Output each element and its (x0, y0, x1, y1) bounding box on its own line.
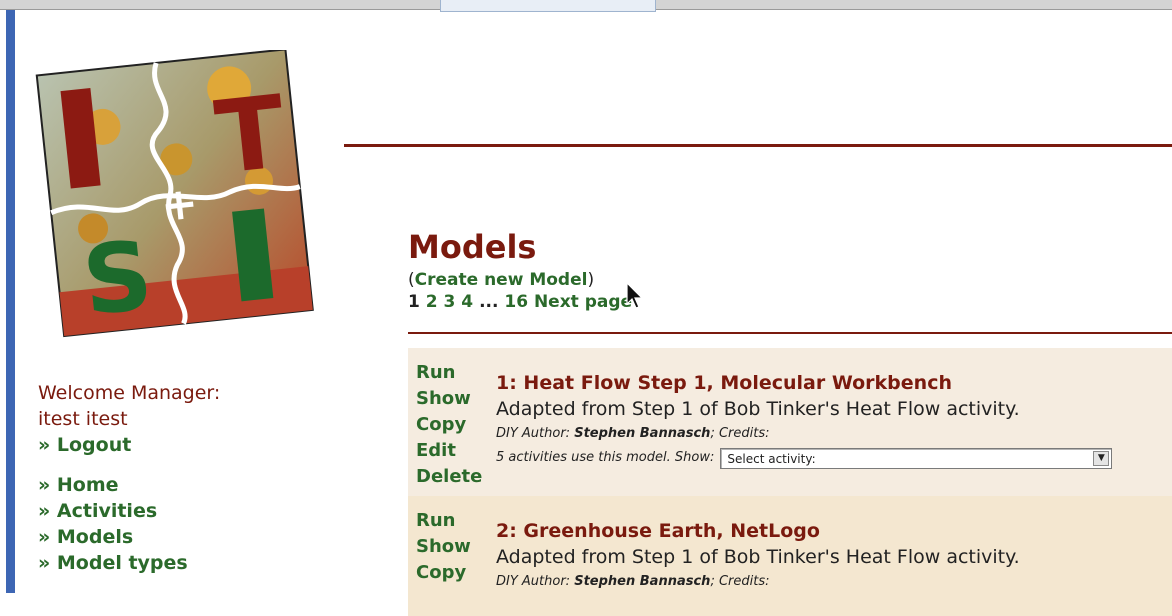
pager-current-page: 1 (408, 292, 420, 312)
model-body: 2: Greenhouse Earth, NetLogo Adapted fro… (496, 518, 1172, 594)
author-prefix: DIY Author: (496, 426, 571, 441)
pager-page-4[interactable]: 4 (461, 292, 473, 312)
sidebar: Welcome Manager: itest itest » Logout » … (38, 380, 338, 576)
run-link[interactable]: Run (416, 508, 486, 534)
browser-tab-fragment[interactable] (440, 0, 656, 12)
logo-letter-s: S (78, 221, 158, 338)
nav-model-types-link[interactable]: » Model types (38, 550, 338, 576)
model-row: Run Show Copy Edit Delete 1: Heat Flow S… (408, 348, 1172, 496)
create-new-model-link[interactable]: Create new Model (415, 270, 588, 290)
model-meta: DIY Author: Stephen Bannasch; Credits: (496, 570, 1172, 594)
content-rule (408, 332, 1172, 334)
show-label: Show: (674, 450, 715, 465)
show-link[interactable]: Show (416, 534, 486, 560)
window-left-edge (6, 10, 15, 593)
pagination: 1 2 3 4 ... 16 Next page (408, 291, 1172, 313)
credits-label: ; Credits: (710, 426, 770, 441)
model-description: Adapted from Step 1 of Bob Tinker's Heat… (496, 546, 1020, 568)
itsi-logo[interactable]: T S + (30, 50, 315, 340)
copy-link[interactable]: Copy (416, 560, 486, 586)
pager-page-16[interactable]: 16 (504, 292, 528, 312)
model-meta: DIY Author: Stephen Bannasch; Credits: (496, 422, 1172, 446)
page-title: Models (408, 228, 537, 266)
chevron-down-icon[interactable]: ▼ (1093, 450, 1110, 466)
model-actions: Run Show Copy Edit Delete (416, 360, 486, 490)
model-title: 2: Greenhouse Earth, NetLogo (496, 520, 820, 542)
logo-plus: + (158, 177, 200, 232)
model-body: 1: Heat Flow Step 1, Molecular Workbench… (496, 370, 1172, 470)
main-content: Models (Create new Model) 1 2 3 4 ... 16… (408, 225, 1172, 616)
welcome-text: Welcome Manager: (38, 382, 221, 404)
author-name: Stephen Bannasch (574, 574, 711, 589)
credits-label: ; Credits: (710, 574, 770, 589)
copy-link[interactable]: Copy (416, 412, 486, 438)
edit-link[interactable]: Edit (416, 438, 486, 464)
nav-gap (38, 458, 338, 472)
delete-link[interactable]: Delete (416, 464, 486, 490)
select-activity-value: Select activity: (727, 451, 816, 466)
model-actions: Run Show Copy (416, 508, 486, 586)
run-link[interactable]: Run (416, 360, 486, 386)
mouse-pointer-icon (626, 282, 644, 309)
select-activity-dropdown[interactable]: Select activity: ▼ (720, 447, 1113, 469)
create-open-paren: ( (408, 270, 415, 290)
author-prefix: DIY Author: (496, 574, 571, 589)
model-description: Adapted from Step 1 of Bob Tinker's Heat… (496, 398, 1020, 420)
pager-page-3[interactable]: 3 (444, 292, 456, 312)
author-name: Stephen Bannasch (574, 426, 711, 441)
show-link[interactable]: Show (416, 386, 486, 412)
model-row: Run Show Copy 2: Greenhouse Earth, NetLo… (408, 496, 1172, 616)
create-close-paren: ) (587, 270, 595, 290)
usage-text: 5 activities use this model. (496, 450, 671, 465)
create-model-line: (Create new Model) (408, 269, 1172, 291)
pager-page-2[interactable]: 2 (426, 292, 438, 312)
model-usage: 5 activities use this model. Show: Selec… (496, 446, 1172, 470)
nav-home-link[interactable]: » Home (38, 472, 338, 498)
pager-ellipsis: ... (479, 292, 499, 312)
logout-link[interactable]: » Logout (38, 432, 338, 458)
logo-letter-t: T (210, 73, 290, 196)
nav-activities-link[interactable]: » Activities (38, 498, 338, 524)
nav-models-link[interactable]: » Models (38, 524, 338, 550)
browser-top-bar (0, 0, 1172, 12)
model-title: 1: Heat Flow Step 1, Molecular Workbench (496, 372, 952, 394)
pager-next-page[interactable]: Next page (534, 292, 632, 312)
header-rule (344, 144, 1172, 147)
welcome-username: itest itest (38, 408, 128, 430)
